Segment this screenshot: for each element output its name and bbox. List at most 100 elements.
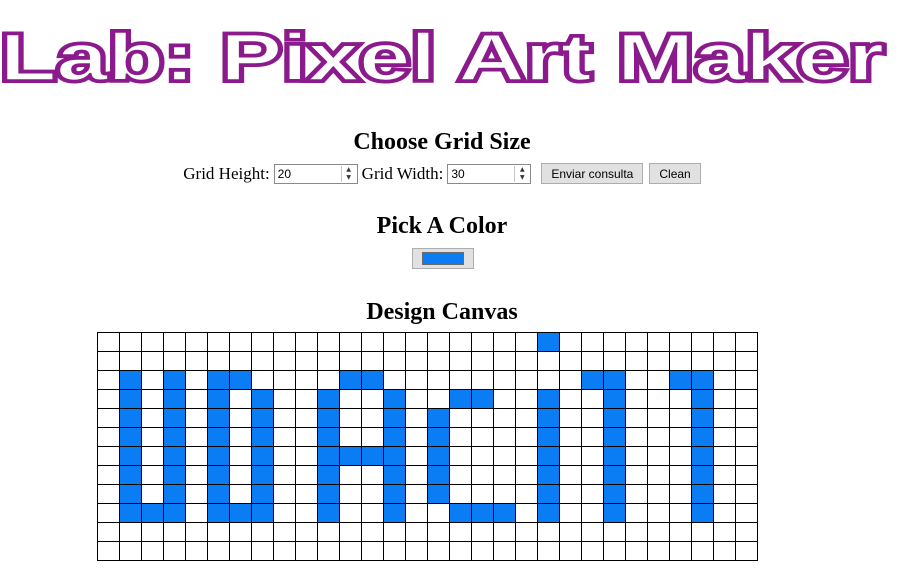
canvas-cell[interactable] [537, 484, 560, 504]
canvas-cell[interactable] [515, 351, 538, 371]
canvas-cell[interactable] [735, 541, 758, 561]
canvas-cell[interactable] [581, 427, 604, 447]
canvas-cell[interactable] [713, 389, 736, 409]
canvas-cell[interactable] [317, 446, 340, 466]
canvas-cell[interactable] [141, 370, 164, 390]
canvas-cell[interactable] [647, 370, 670, 390]
canvas-cell[interactable] [493, 332, 516, 352]
canvas-cell[interactable] [251, 332, 274, 352]
canvas-cell[interactable] [449, 484, 472, 504]
canvas-cell[interactable] [669, 389, 692, 409]
canvas-cell[interactable] [581, 332, 604, 352]
canvas-cell[interactable] [185, 408, 208, 428]
canvas-cell[interactable] [119, 427, 142, 447]
canvas-cell[interactable] [713, 503, 736, 523]
canvas-cell[interactable] [427, 408, 450, 428]
canvas-cell[interactable] [493, 427, 516, 447]
canvas-cell[interactable] [493, 370, 516, 390]
canvas-cell[interactable] [405, 408, 428, 428]
canvas-cell[interactable] [405, 503, 428, 523]
canvas-cell[interactable] [295, 370, 318, 390]
canvas-cell[interactable] [691, 541, 714, 561]
canvas-cell[interactable] [339, 332, 362, 352]
canvas-cell[interactable] [493, 351, 516, 371]
canvas-cell[interactable] [339, 446, 362, 466]
canvas-cell[interactable] [339, 484, 362, 504]
canvas-cell[interactable] [383, 408, 406, 428]
canvas-cell[interactable] [647, 389, 670, 409]
canvas-cell[interactable] [537, 503, 560, 523]
canvas-cell[interactable] [119, 408, 142, 428]
canvas-cell[interactable] [647, 503, 670, 523]
canvas-cell[interactable] [295, 484, 318, 504]
canvas-cell[interactable] [207, 427, 230, 447]
canvas-cell[interactable] [163, 522, 186, 542]
canvas-cell[interactable] [559, 446, 582, 466]
canvas-cell[interactable] [383, 389, 406, 409]
canvas-cell[interactable] [493, 541, 516, 561]
canvas-cell[interactable] [273, 446, 296, 466]
grid-width-spinner[interactable]: ▲ ▼ [514, 165, 529, 182]
canvas-cell[interactable] [537, 408, 560, 428]
canvas-cell[interactable] [427, 332, 450, 352]
canvas-cell[interactable] [735, 522, 758, 542]
canvas-cell[interactable] [317, 541, 340, 561]
canvas-cell[interactable] [471, 332, 494, 352]
canvas-cell[interactable] [361, 370, 384, 390]
canvas-cell[interactable] [647, 522, 670, 542]
canvas-cell[interactable] [383, 522, 406, 542]
canvas-cell[interactable] [361, 522, 384, 542]
canvas-cell[interactable] [449, 446, 472, 466]
canvas-cell[interactable] [647, 408, 670, 428]
submit-button[interactable]: Enviar consulta [541, 163, 644, 184]
canvas-cell[interactable] [163, 427, 186, 447]
canvas-cell[interactable] [361, 427, 384, 447]
canvas-cell[interactable] [581, 408, 604, 428]
spin-down-icon[interactable]: ▼ [342, 174, 356, 182]
canvas-cell[interactable] [625, 389, 648, 409]
canvas-cell[interactable] [735, 370, 758, 390]
canvas-cell[interactable] [251, 541, 274, 561]
canvas-cell[interactable] [669, 465, 692, 485]
canvas-cell[interactable] [449, 541, 472, 561]
canvas-cell[interactable] [163, 503, 186, 523]
canvas-cell[interactable] [471, 351, 494, 371]
canvas-cell[interactable] [119, 503, 142, 523]
canvas-cell[interactable] [141, 389, 164, 409]
canvas-cell[interactable] [229, 484, 252, 504]
canvas-cell[interactable] [625, 522, 648, 542]
canvas-cell[interactable] [471, 503, 494, 523]
canvas-cell[interactable] [339, 351, 362, 371]
canvas-cell[interactable] [295, 503, 318, 523]
canvas-cell[interactable] [207, 446, 230, 466]
canvas-cell[interactable] [141, 465, 164, 485]
canvas-cell[interactable] [229, 522, 252, 542]
canvas-cell[interactable] [295, 427, 318, 447]
canvas-cell[interactable] [405, 370, 428, 390]
canvas-cell[interactable] [405, 522, 428, 542]
canvas-cell[interactable] [339, 389, 362, 409]
canvas-cell[interactable] [273, 465, 296, 485]
canvas-cell[interactable] [581, 351, 604, 371]
canvas-cell[interactable] [471, 389, 494, 409]
canvas-cell[interactable] [471, 446, 494, 466]
canvas-cell[interactable] [515, 465, 538, 485]
canvas-cell[interactable] [449, 408, 472, 428]
canvas-cell[interactable] [273, 389, 296, 409]
canvas-cell[interactable] [559, 465, 582, 485]
canvas-cell[interactable] [97, 541, 120, 561]
canvas-cell[interactable] [691, 465, 714, 485]
canvas-cell[interactable] [141, 427, 164, 447]
canvas-cell[interactable] [537, 522, 560, 542]
canvas-cell[interactable] [515, 408, 538, 428]
clean-button[interactable]: Clean [649, 163, 701, 184]
canvas-cell[interactable] [581, 370, 604, 390]
canvas-cell[interactable] [339, 503, 362, 523]
canvas-cell[interactable] [603, 503, 626, 523]
canvas-cell[interactable] [647, 465, 670, 485]
canvas-cell[interactable] [185, 370, 208, 390]
canvas-cell[interactable] [713, 484, 736, 504]
canvas-cell[interactable] [163, 370, 186, 390]
canvas-cell[interactable] [427, 484, 450, 504]
canvas-cell[interactable] [537, 427, 560, 447]
